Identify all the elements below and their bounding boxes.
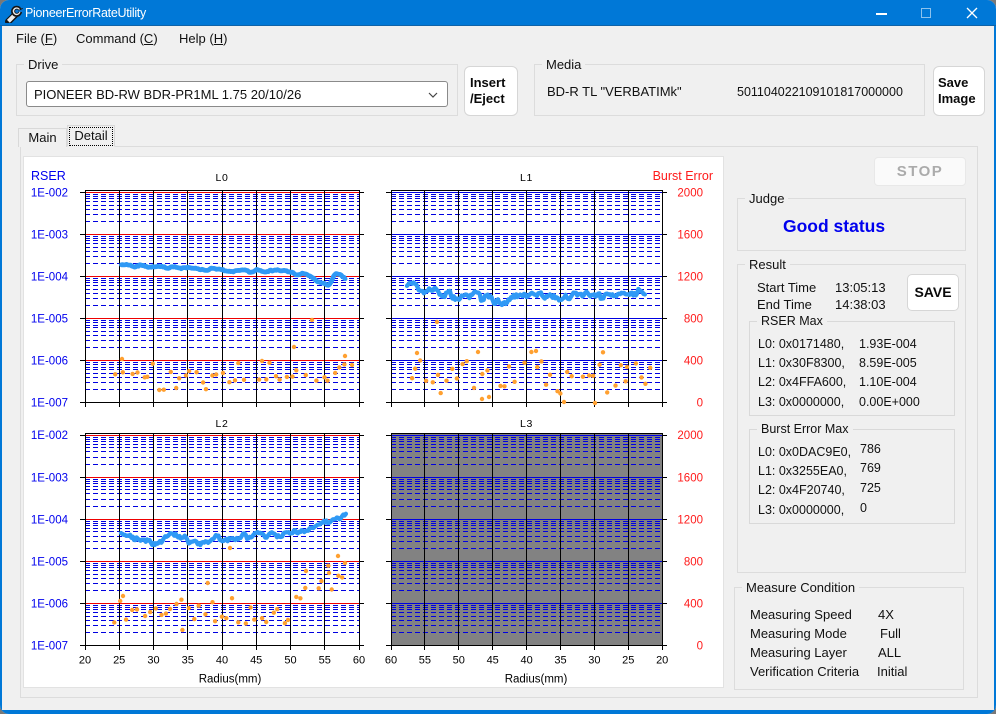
svg-text:25: 25 bbox=[113, 655, 125, 667]
svg-text:1200: 1200 bbox=[677, 514, 703, 526]
svg-text:50: 50 bbox=[453, 655, 465, 667]
svg-text:400: 400 bbox=[684, 598, 703, 610]
svg-text:1E-005: 1E-005 bbox=[31, 556, 68, 568]
svg-text:L2: L2 bbox=[216, 418, 229, 430]
svg-text:Radius(mm): Radius(mm) bbox=[505, 674, 568, 686]
svg-text:1E-007: 1E-007 bbox=[31, 641, 68, 653]
svg-text:1E-007: 1E-007 bbox=[31, 398, 68, 410]
svg-text:55: 55 bbox=[419, 655, 431, 667]
svg-text:L0: L0 bbox=[216, 172, 229, 184]
svg-text:60: 60 bbox=[385, 655, 397, 667]
svg-text:20: 20 bbox=[79, 655, 91, 667]
svg-text:400: 400 bbox=[684, 356, 703, 368]
svg-text:L1: L1 bbox=[520, 172, 533, 184]
svg-text:35: 35 bbox=[554, 655, 566, 667]
svg-text:1E-004: 1E-004 bbox=[31, 514, 69, 526]
svg-text:800: 800 bbox=[684, 556, 703, 568]
svg-text:1E-005: 1E-005 bbox=[31, 314, 68, 326]
svg-text:Radius(mm): Radius(mm) bbox=[199, 674, 262, 686]
svg-text:2000: 2000 bbox=[677, 187, 703, 199]
svg-text:45: 45 bbox=[250, 655, 262, 667]
svg-text:L3: L3 bbox=[520, 418, 533, 430]
svg-text:800: 800 bbox=[684, 314, 703, 326]
svg-text:1E-006: 1E-006 bbox=[31, 598, 68, 610]
svg-text:40: 40 bbox=[216, 655, 228, 667]
svg-text:1200: 1200 bbox=[677, 272, 703, 284]
svg-text:1E-003: 1E-003 bbox=[31, 229, 68, 241]
svg-text:45: 45 bbox=[487, 655, 499, 667]
svg-text:35: 35 bbox=[182, 655, 194, 667]
svg-text:60: 60 bbox=[353, 655, 365, 667]
svg-text:40: 40 bbox=[520, 655, 532, 667]
svg-text:1E-006: 1E-006 bbox=[31, 356, 68, 368]
svg-text:1600: 1600 bbox=[677, 229, 703, 241]
svg-text:55: 55 bbox=[319, 655, 331, 667]
svg-text:Burst Error: Burst Error bbox=[653, 169, 713, 183]
svg-text:1E-002: 1E-002 bbox=[31, 187, 68, 199]
svg-text:2000: 2000 bbox=[677, 430, 703, 442]
svg-text:30: 30 bbox=[147, 655, 159, 667]
svg-text:0: 0 bbox=[697, 398, 703, 410]
svg-text:0: 0 bbox=[697, 641, 703, 653]
svg-text:RSER: RSER bbox=[31, 169, 66, 183]
svg-text:1E-002: 1E-002 bbox=[31, 430, 68, 442]
svg-text:1E-004: 1E-004 bbox=[31, 272, 69, 284]
svg-text:1600: 1600 bbox=[677, 472, 703, 484]
svg-text:30: 30 bbox=[588, 655, 600, 667]
svg-text:25: 25 bbox=[622, 655, 634, 667]
svg-text:50: 50 bbox=[284, 655, 296, 667]
svg-text:1E-003: 1E-003 bbox=[31, 472, 68, 484]
svg-text:20: 20 bbox=[656, 655, 668, 667]
